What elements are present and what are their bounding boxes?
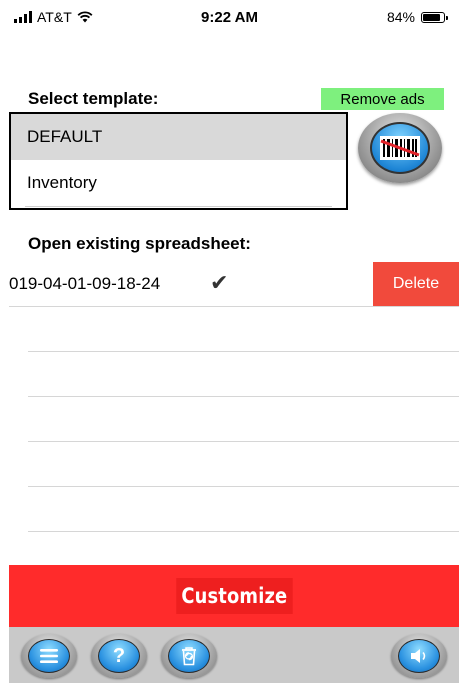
select-template-heading: Select template: <box>28 89 159 108</box>
help-button[interactable]: ? <box>91 634 147 678</box>
picker-divider <box>25 206 332 207</box>
battery-icon <box>421 11 448 23</box>
sound-button[interactable] <box>391 634 447 678</box>
trash-icon <box>168 639 210 673</box>
spreadsheet-filename[interactable]: 019-04-01-09-18-24 <box>9 274 160 294</box>
list-divider <box>28 486 459 487</box>
barcode-scan-icon <box>370 122 430 174</box>
remove-ads-button[interactable]: Remove ads <box>321 88 444 110</box>
trash-button[interactable] <box>161 634 217 678</box>
menu-icon <box>28 639 70 673</box>
bottom-toolbar: ? <box>9 627 459 683</box>
customize-bar[interactable]: Customize <box>9 565 459 627</box>
list-divider <box>28 351 459 352</box>
checkmark-icon: ✔ <box>210 270 229 295</box>
barcode-scan-button[interactable] <box>358 113 442 183</box>
list-divider <box>28 396 459 397</box>
status-bar: AT&T 9:22 AM 84% <box>0 0 459 36</box>
customize-button[interactable]: Customize <box>175 578 293 614</box>
template-option-inventory[interactable]: Inventory <box>11 160 346 206</box>
speaker-icon <box>398 639 440 673</box>
battery-indicator: 84% <box>386 9 448 25</box>
delete-button[interactable]: Delete <box>373 262 459 306</box>
list-divider <box>9 306 459 307</box>
list-divider <box>28 531 459 532</box>
help-icon: ? <box>98 639 140 673</box>
open-spreadsheet-heading: Open existing spreadsheet: <box>28 234 251 253</box>
menu-button[interactable] <box>21 634 77 678</box>
list-divider <box>28 441 459 442</box>
template-option-default[interactable]: DEFAULT <box>11 114 346 160</box>
template-picker[interactable]: DEFAULT Inventory <box>9 112 348 210</box>
battery-percent: 84% <box>386 9 415 25</box>
